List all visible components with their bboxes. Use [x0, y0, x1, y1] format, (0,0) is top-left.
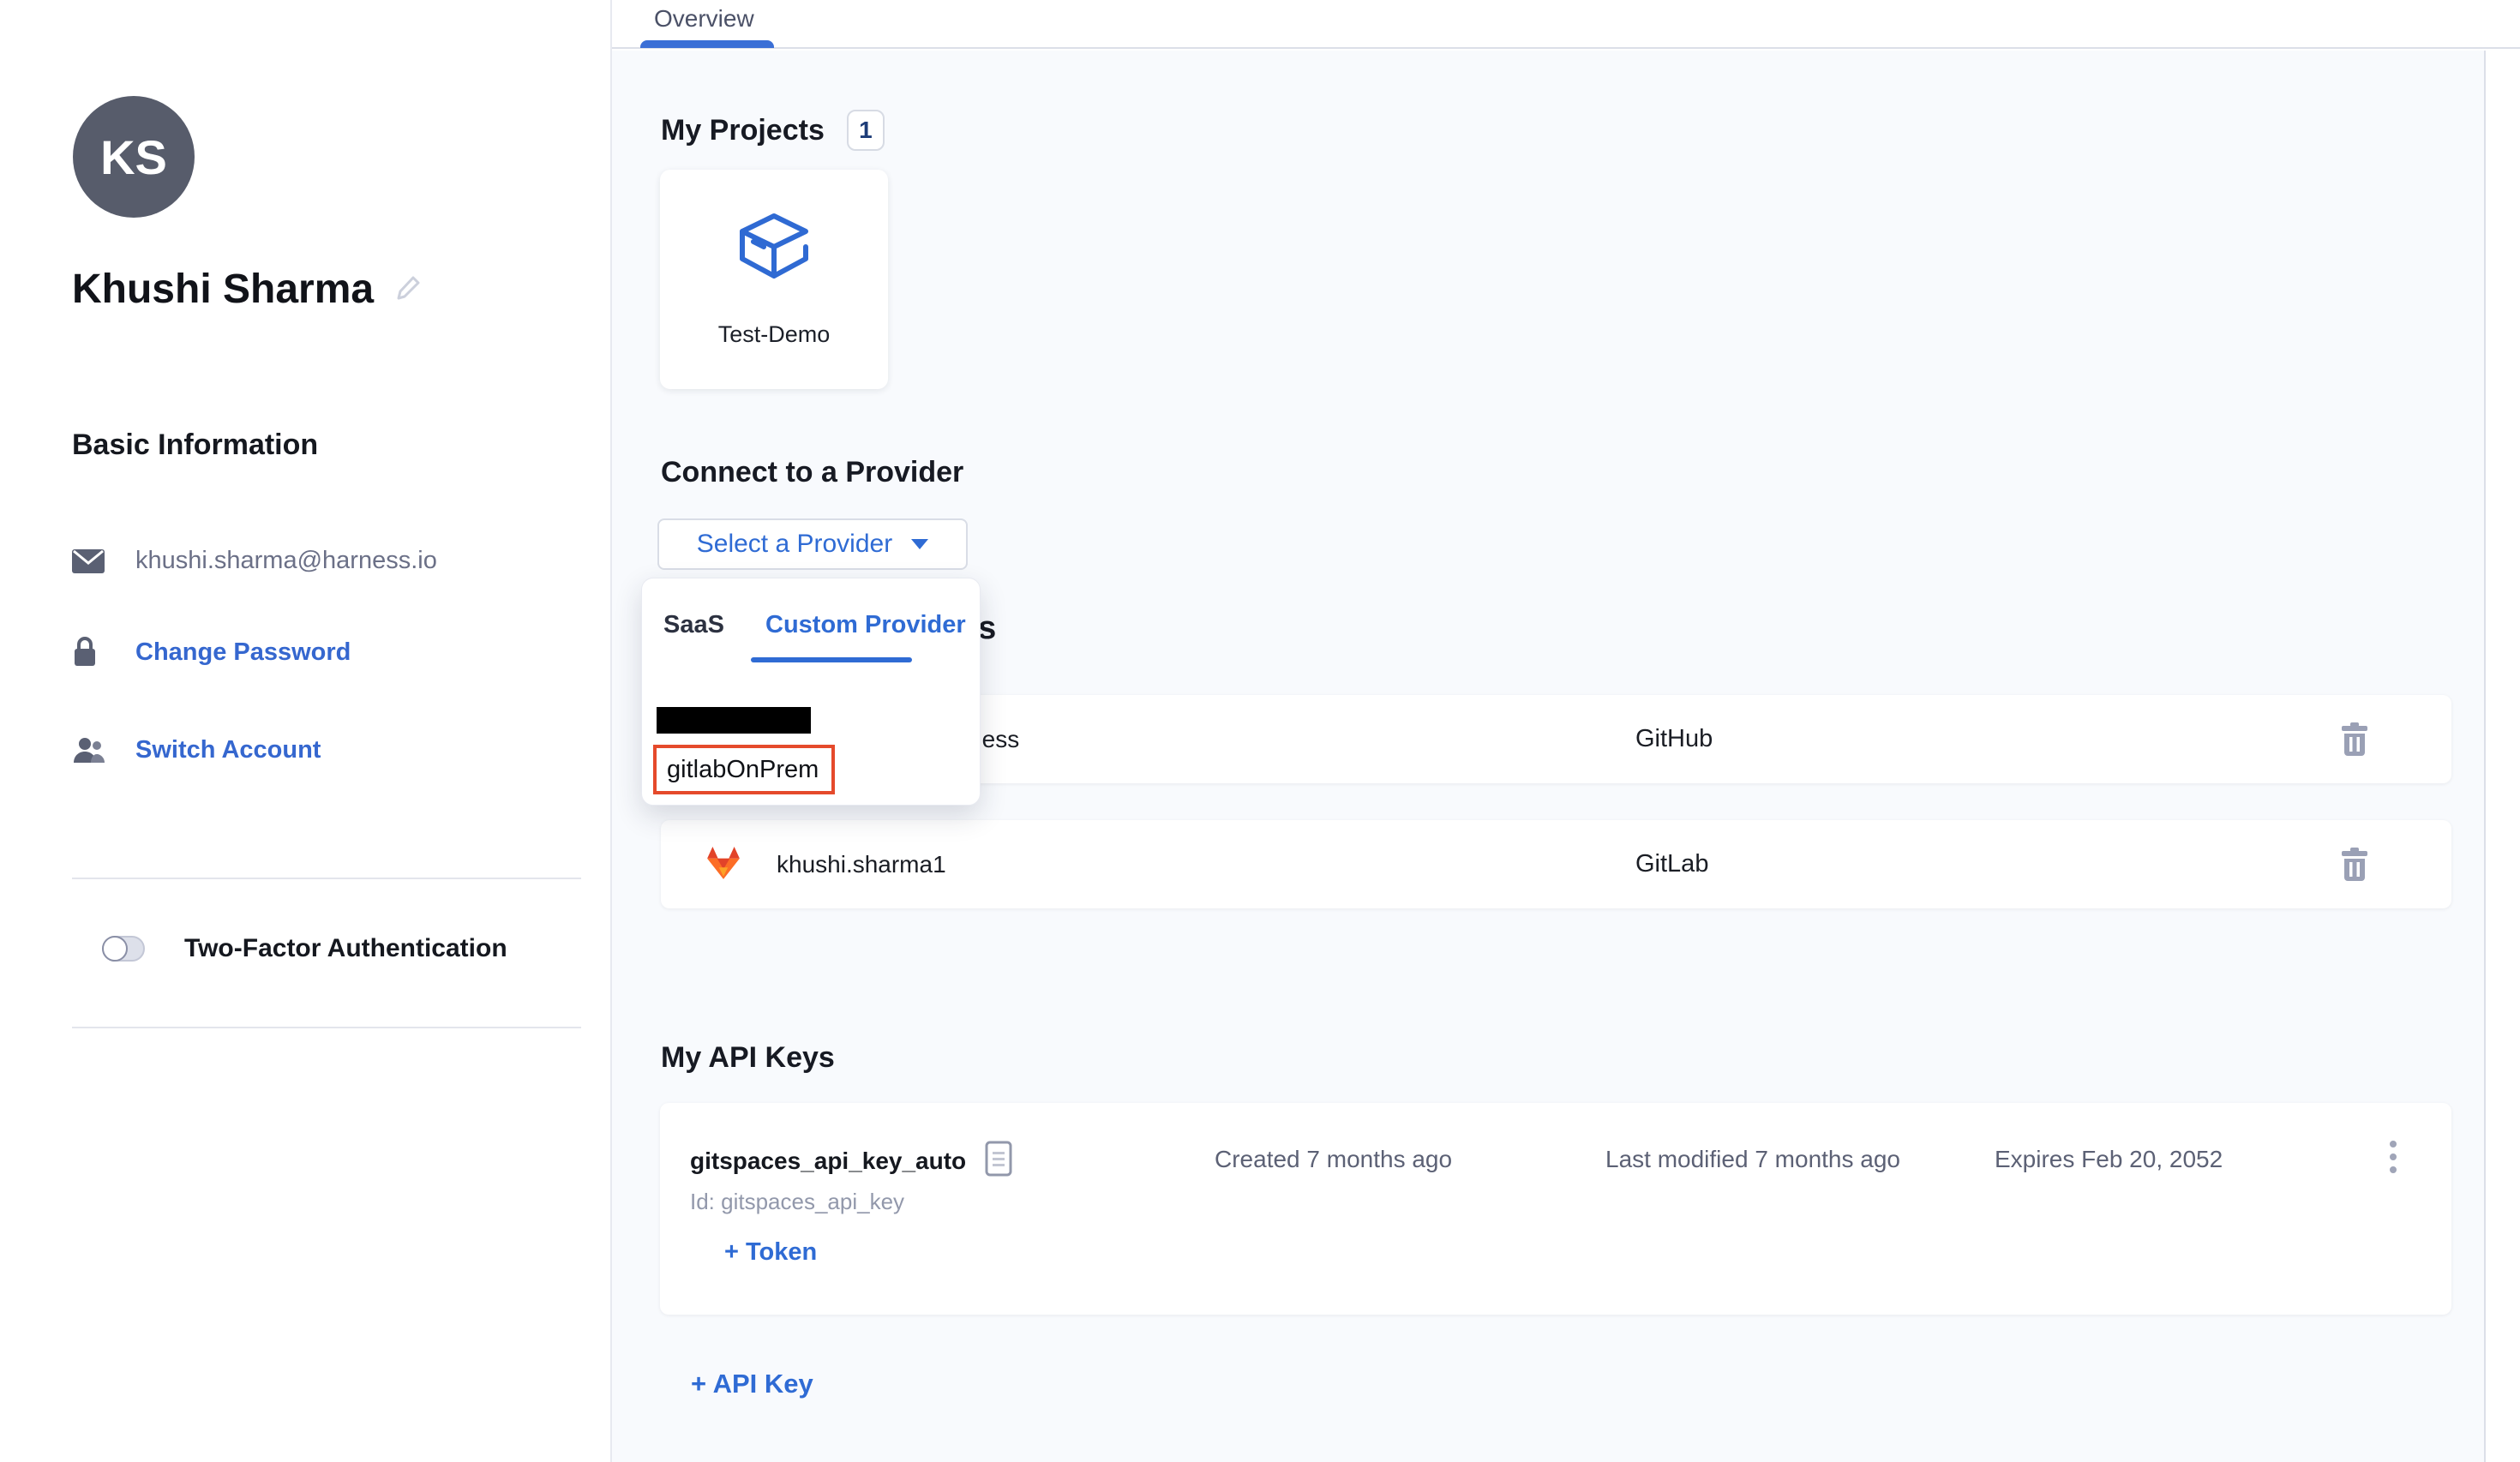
two-factor-label: Two-Factor Authentication	[184, 934, 507, 963]
gitlab-icon	[705, 841, 741, 891]
dropdown-item-gitlabonprem[interactable]: gitlabOnPrem	[657, 756, 819, 784]
project-cube-icon	[735, 209, 813, 284]
avatar: KS	[73, 96, 195, 218]
two-factor-row: Two-Factor Authentication	[102, 934, 507, 963]
project-name: Test-Demo	[718, 321, 831, 348]
chevron-down-icon	[911, 539, 928, 549]
api-key-id: Id: gitspaces_api_key	[690, 1189, 904, 1215]
switch-account-icon	[72, 735, 110, 764]
add-token-link[interactable]: + Token	[724, 1238, 817, 1267]
email-icon	[72, 549, 110, 573]
delete-provider-icon[interactable]	[2339, 820, 2370, 908]
annotation-highlight-box: gitlabOnPrem	[653, 745, 835, 794]
select-provider-button[interactable]: Select a Provider	[657, 518, 968, 570]
api-key-modified: Last modified 7 months ago	[1605, 1146, 1900, 1173]
user-name: Khushi Sharma	[72, 266, 374, 313]
my-projects-heading-row: My Projects 1	[661, 110, 885, 151]
change-password-link[interactable]: Change Password	[135, 638, 351, 667]
switch-account-row[interactable]: Switch Account	[72, 735, 321, 764]
copy-icon[interactable]	[985, 1141, 1012, 1181]
provider-type: GitHub	[1635, 695, 1713, 783]
dropdown-tab-saas[interactable]: SaaS	[663, 611, 724, 639]
delete-provider-icon[interactable]	[2339, 695, 2370, 783]
select-provider-label: Select a Provider	[697, 530, 892, 559]
basic-information-heading: Basic Information	[72, 428, 318, 462]
tab-active-underline	[640, 40, 774, 48]
connect-provider-heading: Connect to a Provider	[661, 456, 963, 489]
api-key-menu-icon[interactable]	[2390, 1141, 2397, 1173]
add-api-key-link[interactable]: + API Key	[691, 1369, 813, 1399]
switch-account-link[interactable]: Switch Account	[135, 736, 321, 764]
api-key-expires: Expires Feb 20, 2052	[1995, 1146, 2223, 1173]
toggle-knob	[102, 936, 128, 962]
api-key-created: Created 7 months ago	[1215, 1146, 1452, 1173]
api-key-name: gitspaces_api_key_auto	[690, 1147, 966, 1175]
email-row: khushi.sharma@harness.io	[72, 547, 437, 575]
tab-bar: Overview	[612, 0, 2520, 49]
tab-overview[interactable]: Overview	[654, 5, 754, 33]
redacted-item[interactable]	[657, 707, 811, 734]
overview-content: My Projects 1 Test-Demo Connect to a Pro…	[612, 51, 2484, 1462]
dropdown-tab-custom-provider[interactable]: Custom Provider	[765, 611, 966, 639]
profile-sidebar: KS Khushi Sharma Basic Information khush…	[0, 0, 612, 1462]
api-key-name-row: gitspaces_api_key_auto	[690, 1141, 1012, 1181]
lock-icon	[72, 636, 110, 668]
sidebar-divider-bottom	[72, 1027, 581, 1028]
provider-username: khushi.sharma1	[777, 820, 946, 908]
projects-count-badge: 1	[847, 110, 885, 151]
edit-name-icon[interactable]	[394, 273, 423, 306]
scroll-gutter[interactable]	[2484, 51, 2520, 1462]
provider-row-gitlab: khushi.sharma1 GitLab	[661, 820, 2451, 908]
two-factor-toggle[interactable]	[102, 936, 145, 962]
email-value: khushi.sharma@harness.io	[135, 547, 437, 575]
user-name-row: Khushi Sharma	[72, 266, 423, 313]
my-projects-heading: My Projects	[661, 114, 825, 147]
my-api-keys-heading: My API Keys	[661, 1041, 835, 1075]
avatar-initials: KS	[100, 129, 167, 185]
change-password-row[interactable]: Change Password	[72, 636, 351, 668]
main-area: Overview My Projects 1 Test-Demo Connect…	[612, 0, 2520, 1462]
provider-type: GitLab	[1635, 820, 1708, 908]
provider-dropdown: SaaS Custom Provider gitlabOnPrem	[641, 578, 981, 806]
dropdown-active-tab-underline	[751, 657, 912, 662]
api-key-card: gitspaces_api_key_auto Id: gitspaces_api…	[660, 1103, 2451, 1315]
sidebar-divider-top	[72, 878, 581, 879]
project-card[interactable]: Test-Demo	[660, 170, 888, 389]
